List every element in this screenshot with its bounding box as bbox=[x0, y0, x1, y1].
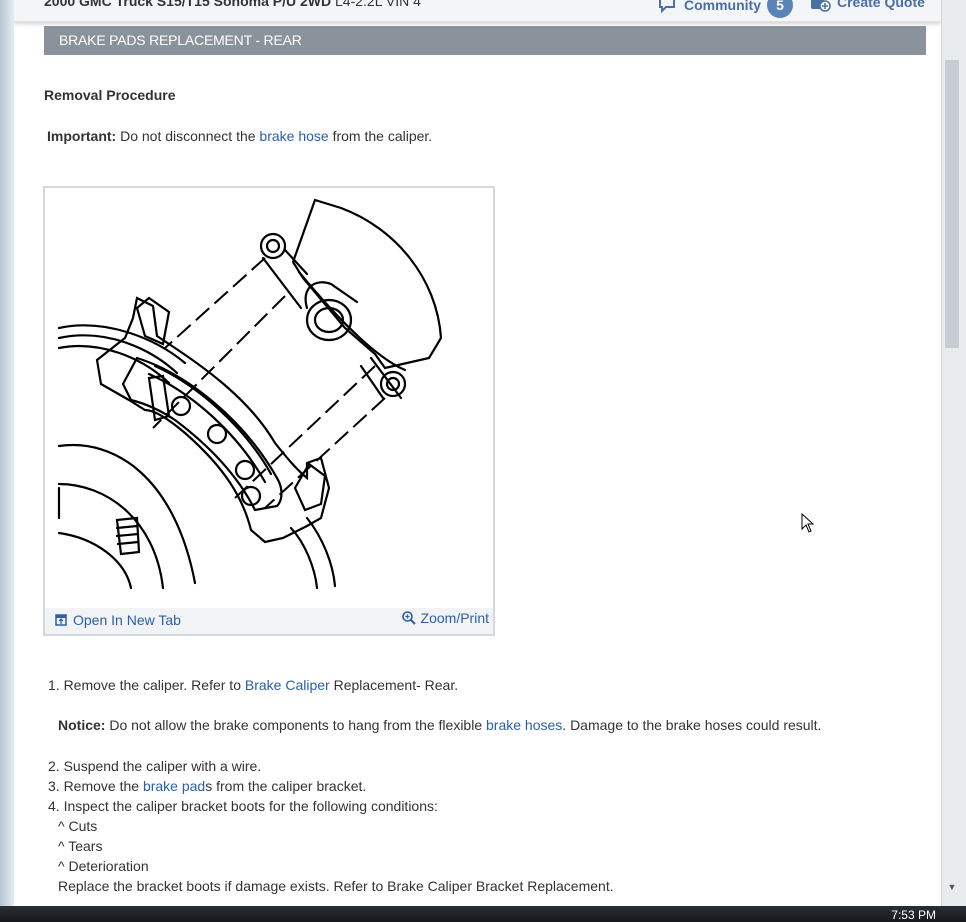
window-frame bbox=[0, 0, 14, 906]
step-3-text-before: 3. Remove the bbox=[48, 778, 143, 794]
section-header: BRAKE PADS REPLACEMENT - REAR bbox=[44, 26, 926, 55]
vehicle-title: 2000 GMC Truck S15/T15 Sonoma P/U 2WD L4… bbox=[44, 0, 421, 9]
taskbar-clock: 7:53 PM bbox=[891, 908, 936, 922]
create-quote-label: Create Quote bbox=[837, 0, 925, 10]
community-label: Community bbox=[684, 0, 761, 13]
condition-tears: ^ Tears bbox=[58, 838, 103, 854]
step-1-text-before: 1. Remove the caliper. Refer to bbox=[48, 677, 245, 693]
brake-hoses-link[interactable]: brake hoses bbox=[486, 717, 562, 733]
browser-window: 2000 GMC Truck S15/T15 Sonoma P/U 2WD L4… bbox=[0, 0, 966, 906]
step-4: 4. Inspect the caliper bracket boots for… bbox=[48, 798, 438, 814]
taskbar: 7:53 PM bbox=[0, 906, 966, 922]
step-2: 2. Suspend the caliper with a wire. bbox=[48, 758, 262, 774]
zoom-icon bbox=[401, 611, 416, 625]
brake-pad-link[interactable]: brake pad bbox=[143, 778, 205, 794]
vehicle-engine: L4-2.2L VIN 4 bbox=[331, 0, 421, 9]
important-note: Important: Do not disconnect the brake h… bbox=[47, 128, 432, 144]
important-text-after: from the caliper. bbox=[328, 128, 433, 144]
notice-label: Notice: bbox=[58, 717, 106, 733]
open-in-new-tab-label: Open In New Tab bbox=[73, 612, 181, 628]
step-3: 3. Remove the brake pads from the calipe… bbox=[48, 778, 366, 794]
step-3-text-after: s from the caliper bracket. bbox=[205, 778, 367, 794]
vehicle-topbar: 2000 GMC Truck S15/T15 Sonoma P/U 2WD L4… bbox=[14, 0, 941, 22]
replace-boots-note: Replace the bracket boots if damage exis… bbox=[58, 878, 614, 894]
notice-text-before: Do not allow the brake components to han… bbox=[105, 717, 487, 733]
new-tab-icon bbox=[55, 614, 67, 626]
zoom-print-label: Zoom/Print bbox=[420, 610, 489, 626]
diagram-figure: Open In New Tab Zoom/Print bbox=[43, 186, 495, 636]
mouse-cursor-icon bbox=[801, 513, 815, 533]
step-1-text-after: Replacement- Rear. bbox=[329, 677, 459, 693]
page-content: 2000 GMC Truck S15/T15 Sonoma P/U 2WD L4… bbox=[14, 0, 941, 906]
important-text-before: Do not disconnect the bbox=[116, 128, 260, 144]
brake-caliper-diagram[interactable] bbox=[45, 188, 493, 608]
brake-caliper-link[interactable]: Brake Caliper bbox=[245, 677, 330, 693]
important-label: Important: bbox=[47, 128, 117, 144]
removal-procedure-heading: Removal Procedure bbox=[44, 87, 176, 103]
figure-footer: Open In New Tab Zoom/Print bbox=[45, 608, 493, 634]
scroll-down-arrow-icon[interactable]: ▼ bbox=[945, 880, 959, 894]
notice-note: Notice: Do not allow the brake component… bbox=[58, 717, 821, 733]
community-count-badge: 5 bbox=[767, 0, 793, 18]
condition-deterioration: ^ Deterioration bbox=[58, 858, 149, 874]
vertical-scrollbar[interactable]: ▼ bbox=[941, 0, 966, 906]
zoom-print-link[interactable]: Zoom/Print bbox=[401, 610, 489, 626]
condition-cuts: ^ Cuts bbox=[58, 818, 98, 834]
create-quote-link[interactable]: Create Quote bbox=[809, 0, 925, 12]
notice-text-after: . Damage to the brake hoses could result… bbox=[562, 717, 822, 733]
quote-icon bbox=[811, 0, 831, 12]
brake-hose-link[interactable]: brake hose bbox=[259, 128, 328, 144]
open-in-new-tab-link[interactable]: Open In New Tab bbox=[55, 612, 181, 628]
step-1: 1. Remove the caliper. Refer to Brake Ca… bbox=[48, 677, 458, 693]
chat-icon bbox=[659, 0, 675, 14]
vehicle-name: 2000 GMC Truck S15/T15 Sonoma P/U 2WD bbox=[44, 0, 332, 9]
scroll-thumb[interactable] bbox=[945, 60, 959, 348]
community-link[interactable]: Community 5 bbox=[658, 0, 793, 18]
